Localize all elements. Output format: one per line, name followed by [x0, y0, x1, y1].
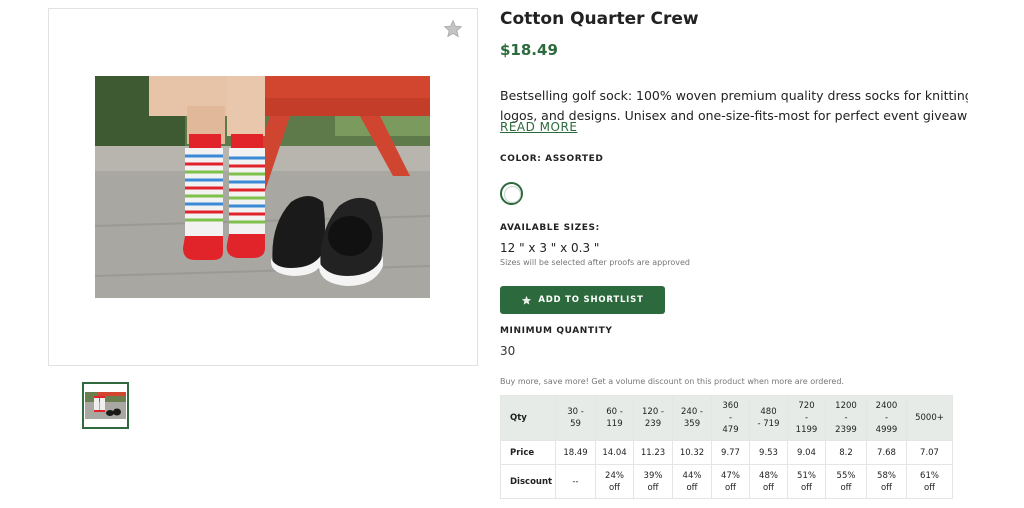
qty-cell-line: - 719: [757, 419, 780, 429]
minimum-quantity-value: 30: [500, 344, 516, 358]
price-cell: 7.68: [866, 440, 907, 465]
discount-cell: 24% off: [595, 464, 634, 499]
sizes-label: AVAILABLE SIZES:: [500, 223, 600, 233]
qty-row: Qty 30 - 59 60 - 119 120 - 239 240 - 359 360 - 479…: [500, 395, 953, 441]
qty-cell-line: 5000+: [915, 413, 944, 423]
price-cell: 18.49: [555, 440, 596, 465]
discount-cell-line: 39%: [643, 470, 663, 481]
qty-cell-line: -: [844, 413, 848, 423]
discount-cell-line: 61%: [920, 470, 939, 481]
discount-cell-line: off: [840, 482, 852, 493]
discount-cell-line: 55%: [836, 470, 856, 481]
discount-cell: 47% off: [711, 464, 750, 499]
qty-cell-line: 2400: [875, 401, 898, 411]
qty-cell: 480 - 719: [749, 395, 788, 441]
discount-cell: 58% off: [866, 464, 907, 499]
add-to-shortlist-button[interactable]: ADD TO SHORTLIST: [500, 286, 665, 314]
read-more-link[interactable]: READ MORE: [500, 120, 577, 134]
price-cell: 9.53: [749, 440, 788, 465]
star-icon: [522, 295, 532, 305]
qty-cell-line: -: [884, 413, 889, 423]
discount-cell: 61% off: [906, 464, 953, 499]
qty-cell: 30 - 59: [555, 395, 596, 441]
product-image-frame: [48, 8, 478, 366]
qty-cell-line: 30 -: [567, 407, 584, 417]
qty-cell-line: 2399: [835, 425, 857, 435]
description-line: Bestselling golf sock: 100% woven premiu…: [500, 88, 968, 103]
qty-cell: 360 - 479: [711, 395, 750, 441]
price-row-label: Price: [500, 440, 556, 465]
price-cell: 11.23: [633, 440, 673, 465]
product-thumbnail[interactable]: [82, 382, 129, 429]
shortlist-button-label: ADD TO SHORTLIST: [538, 295, 644, 305]
discount-cell-line: off: [880, 482, 893, 493]
qty-cell-line: 479: [722, 425, 739, 435]
qty-cell-line: 60 -: [606, 407, 623, 417]
price-cell: 10.32: [672, 440, 712, 465]
minimum-quantity-label: MINIMUM QUANTITY: [500, 326, 613, 336]
discount-cell-line: off: [923, 482, 936, 493]
qty-cell-line: 59: [570, 419, 581, 429]
discount-cell: 55% off: [825, 464, 867, 499]
discount-cell-line: 48%: [759, 470, 778, 481]
qty-cell: 240 - 359: [672, 395, 712, 441]
qty-cell: 60 - 119: [595, 395, 634, 441]
qty-cell: 720 - 1199: [787, 395, 826, 441]
price-cell: 9.04: [787, 440, 826, 465]
qty-cell-line: 360: [722, 401, 739, 411]
discount-cell-line: --: [572, 476, 579, 487]
color-swatch-assorted[interactable]: [500, 182, 523, 205]
sizes-note: Sizes will be selected after proofs are …: [500, 258, 690, 267]
discount-cell: 44% off: [672, 464, 712, 499]
qty-cell-line: 119: [606, 419, 623, 429]
discount-cell-line: off: [762, 482, 775, 493]
discount-cell: 51% off: [787, 464, 826, 499]
qty-cell: 1200 - 2399: [825, 395, 867, 441]
discount-cell-line: 51%: [797, 470, 816, 481]
qty-cell-line: 359: [683, 419, 701, 429]
discount-cell: --: [555, 464, 596, 499]
size-value: 12 " x 3 " x 0.3 ": [500, 241, 600, 255]
qty-cell-line: 120 -: [642, 407, 664, 417]
price-cell: 7.07: [906, 440, 953, 465]
favorite-button[interactable]: [443, 19, 463, 39]
discount-row: Discount -- 24% off 39% off 44% off 47% off 48% of…: [500, 464, 953, 499]
qty-cell-line: -: [728, 413, 733, 423]
volume-pricing-table: Qty 30 - 59 60 - 119 120 - 239 240 - 359 360 - 479…: [500, 395, 953, 499]
qty-cell: 5000+: [906, 395, 953, 441]
discount-cell-line: off: [724, 482, 737, 493]
discount-row-label: Discount: [500, 464, 556, 499]
qty-cell: 2400 - 4999: [866, 395, 907, 441]
discount-cell-line: 58%: [877, 470, 896, 481]
discount-cell-line: off: [686, 482, 698, 493]
discount-cell-line: 44%: [682, 470, 702, 481]
discount-cell-line: 47%: [721, 470, 740, 481]
color-label: COLOR: ASSORTED: [500, 154, 604, 164]
discount-cell: 48% off: [749, 464, 788, 499]
qty-cell: 120 - 239: [633, 395, 673, 441]
price-row: Price 18.49 14.04 11.23 10.32 9.77 9.53 9.04 8.…: [500, 440, 953, 465]
price-cell: 9.77: [711, 440, 750, 465]
qty-cell-line: 1199: [795, 425, 818, 435]
qty-cell-line: 240 -: [681, 407, 703, 417]
product-photo: [95, 76, 430, 298]
discount-cell-line: off: [800, 482, 813, 493]
qty-cell-line: 1200: [835, 401, 857, 411]
discount-cell-line: off: [647, 482, 659, 493]
qty-cell-line: 720: [798, 401, 815, 411]
discount-cell-line: 24%: [605, 470, 624, 481]
qty-cell-line: 239: [644, 419, 662, 429]
discount-cell-line: off: [608, 482, 621, 493]
star-icon: [443, 19, 463, 38]
product-price: $18.49: [500, 41, 558, 59]
price-cell: 8.2: [825, 440, 867, 465]
qty-cell-line: 4999: [875, 425, 898, 435]
product-title: Cotton Quarter Crew: [500, 9, 699, 29]
price-cell: 14.04: [595, 440, 634, 465]
discount-cell: 39% off: [633, 464, 673, 499]
volume-discount-note: Buy more, save more! Get a volume discou…: [500, 377, 844, 386]
qty-cell-line: -: [804, 413, 809, 423]
qty-cell-line: 480: [760, 407, 777, 417]
qty-row-label: Qty: [500, 395, 556, 441]
